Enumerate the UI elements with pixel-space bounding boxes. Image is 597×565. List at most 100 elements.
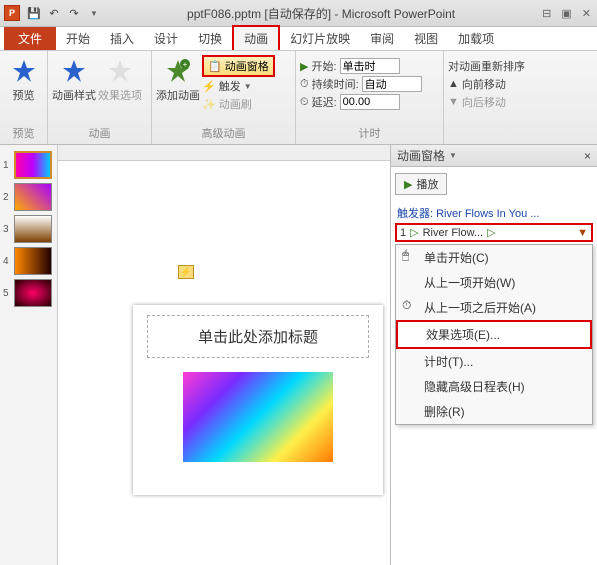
menu-label: 隐藏高级日程表(H) <box>424 380 525 394</box>
tab-file[interactable]: 文件 <box>4 27 56 50</box>
title-placeholder[interactable]: 单击此处添加标题 <box>147 315 369 358</box>
chevron-down-icon[interactable]: ▼ <box>449 151 457 160</box>
animation-list-item[interactable]: 1 ▷ River Flow... ▷ ▼ <box>395 223 593 242</box>
move-forward-label: 向前移动 <box>462 76 506 92</box>
image-placeholder[interactable] <box>183 372 333 462</box>
group-preview-label: 预览 <box>4 125 43 142</box>
up-arrow-icon: ▲ <box>448 78 459 90</box>
thumb-2[interactable] <box>14 183 52 211</box>
play-label: 播放 <box>416 176 438 192</box>
chevron-down-icon: ▼ <box>244 82 252 91</box>
duration-row: ⏱ 持续时间: <box>300 76 422 92</box>
menu-label: 计时(T)... <box>424 355 473 369</box>
menu-effect-options[interactable]: 效果选项(E)... <box>396 320 592 349</box>
title-bar: P 💾 ↶ ↷ ▼ pptF086.pptm [自动保存的] - Microso… <box>0 0 597 27</box>
painter-label: 动画刷 <box>219 96 252 112</box>
delay-icon: ⏲ <box>300 96 309 109</box>
app-icon: P <box>4 5 20 21</box>
quick-access-toolbar: 💾 ↶ ↷ ▼ <box>26 5 102 21</box>
start-row: ▶ 开始: <box>300 58 422 74</box>
item-text: River Flow... <box>423 227 484 239</box>
preview-icon <box>10 57 38 85</box>
thumb-row[interactable]: 2 <box>0 181 57 213</box>
effect-options-button: 效果选项 <box>98 53 142 103</box>
menu-label: 效果选项(E)... <box>426 328 500 342</box>
thumb-row[interactable]: 4 <box>0 245 57 277</box>
thumb-row[interactable]: 3 <box>0 213 57 245</box>
animation-pane-title: 动画窗格 <box>397 147 445 164</box>
menu-remove[interactable]: 删除(R) <box>396 399 592 424</box>
thumb-5[interactable] <box>14 279 52 307</box>
trigger-icon: ⚡ <box>202 80 216 93</box>
tab-design[interactable]: 设计 <box>144 27 188 50</box>
maximize-button[interactable]: ▣ <box>559 7 573 20</box>
duration-label: 持续时间: <box>312 76 359 92</box>
move-backward-label: 向后移动 <box>462 94 506 110</box>
close-pane-button[interactable]: × <box>584 149 591 163</box>
thumb-1[interactable] <box>14 151 52 179</box>
group-timing-label: 计时 <box>300 125 439 142</box>
menu-after-previous[interactable]: ⏱从上一项之后开始(A) <box>396 295 592 320</box>
close-button[interactable]: ✕ <box>580 7 593 20</box>
add-animation-label: 添加动画 <box>156 87 200 103</box>
thumb-4[interactable] <box>14 247 52 275</box>
add-animation-button[interactable]: + 添加动画 <box>156 53 200 103</box>
menu-label: 从上一项开始(W) <box>424 276 515 290</box>
group-animation: 动画样式 效果选项 动画 <box>48 51 152 144</box>
mouse-icon: 🖱 <box>402 248 416 262</box>
context-menu: 🖱单击开始(C) 从上一项开始(W) ⏱从上一项之后开始(A) 效果选项(E).… <box>395 244 593 425</box>
save-icon[interactable]: 💾 <box>26 5 42 21</box>
qat-dropdown-icon[interactable]: ▼ <box>86 5 102 21</box>
svg-text:+: + <box>183 60 188 69</box>
tab-review[interactable]: 审阅 <box>360 27 404 50</box>
play-icon: ▶ <box>404 178 412 191</box>
menu-hide-timeline[interactable]: 隐藏高级日程表(H) <box>396 374 592 399</box>
app-name: Microsoft PowerPoint <box>342 7 455 21</box>
move-forward-button[interactable]: ▲ 向前移动 <box>448 76 525 92</box>
thumb-3[interactable] <box>14 215 52 243</box>
effect-options-icon <box>106 57 134 85</box>
play-button[interactable]: ▶ 播放 <box>395 173 447 195</box>
animation-pane-button[interactable]: 📋 动画窗格 <box>202 55 275 77</box>
move-backward-button: ▼ 向后移动 <box>448 94 525 110</box>
tab-home[interactable]: 开始 <box>56 27 100 50</box>
tab-animations[interactable]: 动画 <box>232 25 280 50</box>
ribbon: 预览 预览 动画样式 效果选项 动画 + 添加动画 📋 <box>0 51 597 145</box>
thumb-num: 3 <box>3 224 11 235</box>
menu-with-previous[interactable]: 从上一项开始(W) <box>396 270 592 295</box>
menu-timing[interactable]: 计时(T)... <box>396 349 592 374</box>
thumb-num: 5 <box>3 288 11 299</box>
group-preview: 预览 预览 <box>0 51 48 144</box>
menu-click-start[interactable]: 🖱单击开始(C) <box>396 245 592 270</box>
window-title: pptF086.pptm [自动保存的] - Microsoft PowerPo… <box>102 5 540 22</box>
minimize-button[interactable]: ⊟ <box>540 7 553 20</box>
thumb-row[interactable]: 5 <box>0 277 57 309</box>
animation-marker-icon[interactable]: ⚡ <box>178 265 194 279</box>
item-dropdown-button[interactable]: ▼ <box>577 227 588 239</box>
trigger-button[interactable]: ⚡ 触发 ▼ <box>202 78 275 94</box>
start-select[interactable] <box>340 58 400 74</box>
tab-transitions[interactable]: 切换 <box>188 27 232 50</box>
clock-icon: ⏱ <box>402 298 416 312</box>
tab-slideshow[interactable]: 幻灯片放映 <box>280 27 360 50</box>
animation-styles-label: 动画样式 <box>52 87 96 103</box>
animation-pane: 动画窗格 ▼ × ▶ 播放 触发器: River Flows In You ..… <box>390 145 597 565</box>
thumb-row[interactable]: 1 <box>0 149 57 181</box>
duration-input[interactable] <box>362 76 422 92</box>
adv-anim-stack: 📋 动画窗格 ⚡ 触发 ▼ ✨ 动画刷 <box>202 53 275 113</box>
delay-input[interactable] <box>340 94 400 110</box>
redo-icon[interactable]: ↷ <box>66 5 82 21</box>
animation-pane-label: 动画窗格 <box>225 58 269 74</box>
tab-insert[interactable]: 插入 <box>100 27 144 50</box>
item-number: 1 <box>400 227 406 239</box>
animation-styles-button[interactable]: 动画样式 <box>52 53 96 103</box>
undo-icon[interactable]: ↶ <box>46 5 62 21</box>
trigger-heading: 触发器: River Flows In You ... <box>395 203 593 223</box>
slide-editor[interactable]: ⚡ 单击此处添加标题 <box>58 145 390 565</box>
tab-view[interactable]: 视图 <box>404 27 448 50</box>
tab-addins[interactable]: 加载项 <box>448 27 504 50</box>
reorder-stack: 对动画重新排序 ▲ 向前移动 ▼ 向后移动 <box>448 53 525 111</box>
slide-canvas[interactable]: 单击此处添加标题 <box>133 305 383 495</box>
down-arrow-icon: ▼ <box>448 96 459 108</box>
preview-button[interactable]: 预览 <box>4 53 43 103</box>
